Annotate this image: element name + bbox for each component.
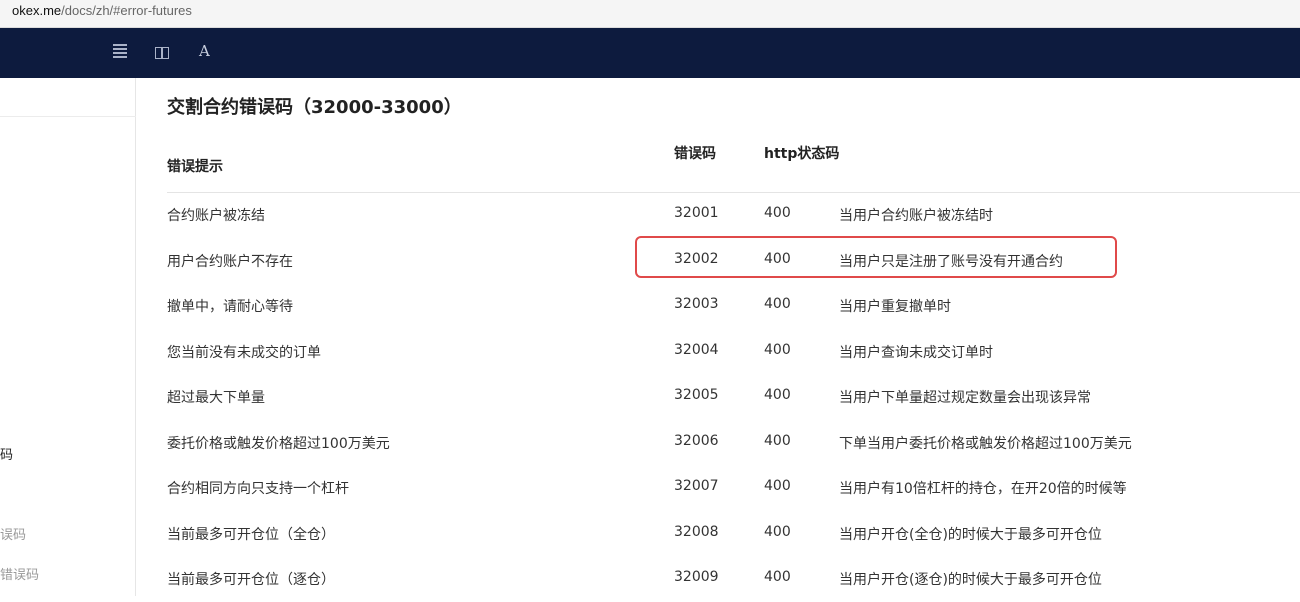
sidebar-item-error-codes[interactable]: 码 <box>0 444 13 463</box>
row-message: 当前最多可开仓位（逐仓） <box>167 572 335 588</box>
row-code: 32008 <box>674 523 719 540</box>
row-description: 当用户开仓(全仓)的时候大于最多可开仓位 <box>839 526 1102 543</box>
sidebar-divider <box>0 116 136 117</box>
highlight-box <box>635 236 1117 278</box>
header-message: 错误提示 <box>167 159 223 175</box>
header-code: 错误码 <box>674 146 716 162</box>
row-description: 当用户有10倍杠杆的持仓，在开20倍的时候等 <box>839 481 1127 497</box>
row-message: 超过最大下单量 <box>167 390 265 406</box>
row-message: 合约账户被冻结 <box>167 208 265 224</box>
table-row: 当前最多可开仓位（逐仓） 32009 400 当用户开仓(逐仓)的时候大于最多可开仓位 <box>167 557 1300 602</box>
row-http-status: 400 <box>764 387 791 403</box>
sidebar-item-partial-error[interactable]: 误码 <box>0 524 26 543</box>
font-size-icon[interactable]: A <box>199 42 210 60</box>
url-text[interactable]: okex.me/docs/zh/#error-futures <box>12 3 192 18</box>
table-row: 当前最多可开仓位（全仓） 32008 400 当用户开仓(全仓)的时候大于最多可开仓位 <box>167 512 1300 557</box>
table-row: 合约相同方向只支持一个杠杆 32007 400 当用户有10倍杠杆的持仓，在开20倍的… <box>167 466 1300 511</box>
table-row: 超过最大下单量 32005 400 当用户下单量超过规定数量会出现该异常 <box>167 375 1300 420</box>
row-description: 当用户重复撤单时 <box>839 299 951 315</box>
row-http-status: 400 <box>764 205 791 221</box>
menu-icon[interactable] <box>113 44 127 62</box>
row-code: 32003 <box>674 296 719 312</box>
page-title: 交割合约错误码（32000-33000） <box>167 97 462 118</box>
table-row: 撤单中，请耐心等待 32003 400 当用户重复撤单时 <box>167 284 1300 329</box>
row-message: 用户合约账户不存在 <box>167 253 293 270</box>
table-row: 您当前没有未成交的订单 32004 400 当用户查询未成交订单时 <box>167 330 1300 375</box>
row-description: 下单当用户委托价格或触发价格超过100万美元 <box>839 435 1132 452</box>
row-message: 当前最多可开仓位（全仓） <box>167 526 335 543</box>
main-content: 交割合约错误码（32000-33000） 错误提示 错误码 http状态码 合约… <box>136 78 1300 596</box>
sidebar-item-partial-error-codes[interactable]: 错误码 <box>0 564 39 583</box>
row-code: 32006 <box>674 432 719 449</box>
row-description: 当用户下单量超过规定数量会出现该异常 <box>839 390 1091 406</box>
row-description: 当用户开仓(逐仓)的时候大于最多可开仓位 <box>839 572 1102 588</box>
row-http-status: 400 <box>764 478 791 494</box>
row-http-status: 400 <box>764 569 791 585</box>
row-message: 委托价格或触发价格超过100万美元 <box>167 435 390 452</box>
row-message: 撤单中，请耐心等待 <box>167 299 293 315</box>
row-code: 32001 <box>674 205 719 221</box>
docs-top-bar: A <box>0 28 1300 78</box>
url-host: okex.me <box>12 3 62 18</box>
row-code: 32005 <box>674 387 719 403</box>
row-http-status: 400 <box>764 432 791 449</box>
row-message: 合约相同方向只支持一个杠杆 <box>167 481 349 497</box>
row-http-status: 400 <box>764 296 791 312</box>
row-code: 32007 <box>674 478 719 494</box>
row-description: 当用户查询未成交订单时 <box>839 344 993 361</box>
table-row: 委托价格或触发价格超过100万美元 32006 400 下单当用户委托价格或触发价格超… <box>167 421 1300 466</box>
columns-icon[interactable] <box>155 47 169 59</box>
row-http-status: 400 <box>764 523 791 540</box>
address-bar[interactable]: okex.me/docs/zh/#error-futures <box>0 0 1300 28</box>
sidebar: 码 误码 错误码 <box>0 78 136 596</box>
table-row: 合约账户被冻结 32001 400 当用户合约账户被冻结时 <box>167 193 1300 238</box>
row-http-status: 400 <box>764 341 791 358</box>
header-http-status: http状态码 <box>764 146 840 162</box>
table-header: 错误提示 错误码 http状态码 <box>167 142 1300 193</box>
row-message: 您当前没有未成交的订单 <box>167 344 321 361</box>
url-path: /docs/zh/#error-futures <box>61 3 192 18</box>
row-code: 32009 <box>674 569 719 585</box>
row-description: 当用户合约账户被冻结时 <box>839 208 993 224</box>
row-code: 32004 <box>674 341 719 358</box>
